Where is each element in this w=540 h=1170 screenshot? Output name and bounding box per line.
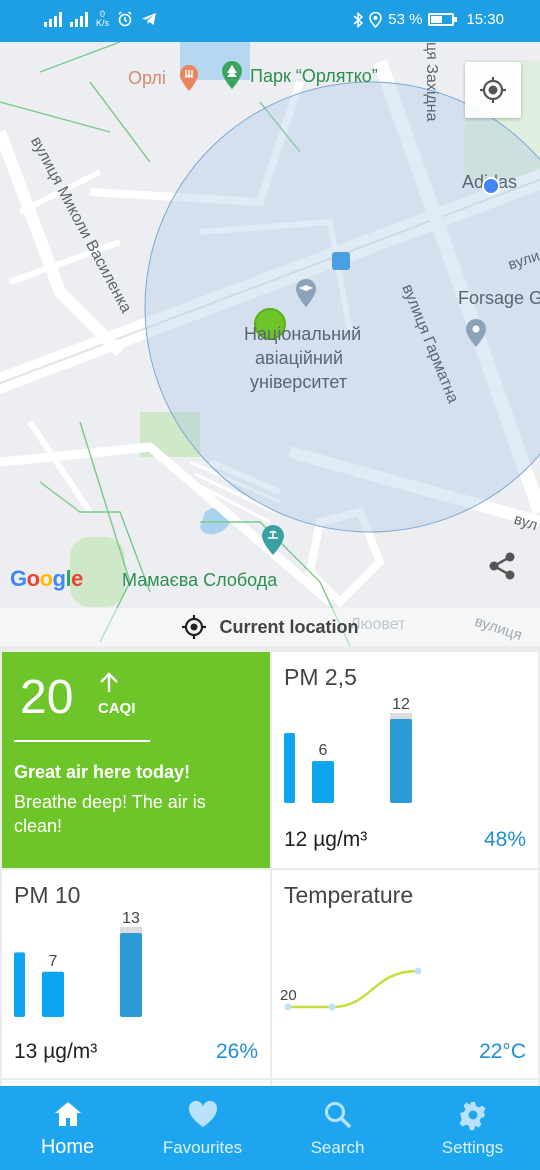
nav-favourites-label: Favourites [162,1138,243,1157]
battery-icon [428,13,458,26]
transit-icon[interactable] [332,252,350,270]
pm10-bar [120,933,142,1017]
share-icon [489,552,515,580]
pm10-bar-label: 7 [49,953,58,970]
caqi-divider [14,740,150,742]
pm25-bar-label: 6 [319,742,328,759]
pm25-bar-label: 12 [392,696,410,713]
map-label-park: Парк “Орлятко” [250,66,378,86]
alarm-icon [118,11,132,27]
pm10-value: 13 µg/m³ [14,1040,98,1063]
pm25-bar [312,761,334,803]
heart-icon [188,1100,217,1127]
temperature-point [328,1003,336,1011]
gear-icon [459,1102,485,1130]
my-location-button[interactable] [465,62,521,118]
temperature-point [414,967,422,975]
pm25-bar-cap [390,713,412,720]
place-pin-icon[interactable] [464,318,488,348]
telegram-icon [142,13,157,25]
map-label-mamaeva: Мамаєва Слобода [122,570,278,590]
nav-home-label: Home [40,1136,95,1158]
battery-percent: 53 % [388,11,423,28]
location-icon [369,11,383,28]
pm10-bar-cap [120,927,142,934]
signal-icon-2 [70,11,88,27]
temperature-start-label: 20 [280,987,297,1004]
nav-search[interactable]: Search [270,1086,405,1170]
nav-search-label: Search [310,1138,365,1157]
adidas-pin-icon[interactable] [482,177,500,195]
pm10-percent: 26% [215,1040,258,1063]
caqi-message-title: Great air here today! [14,762,191,782]
current-location-label: Current location [219,616,359,637]
pm10-bar-label: 13 [122,910,140,927]
google-logo: Google [10,566,83,591]
pm10-card[interactable]: PM 10 7 13 13 µg/m³ 26% [2,870,270,1078]
share-button[interactable] [486,550,522,586]
home-icon [54,1102,81,1126]
pm25-value: 12 µg/m³ [284,828,368,851]
map-label-zakhidna: ця Західна [423,42,440,122]
map-label-uni-1: Національний [244,324,362,344]
map-label-uni-3: університет [250,372,348,392]
network-speed: 0 K/s [96,9,110,28]
bluetooth-icon [353,11,364,28]
temperature-value: 22°C [479,1040,526,1063]
pm10-bar [14,952,25,1017]
map-label-uni-2: авіаційний [255,348,343,368]
pm10-bar [42,971,64,1017]
status-bar: 0 K/s 53 % 15:30 [0,0,540,42]
fountain-pin-icon[interactable] [260,524,286,556]
clock: 15:30 [466,11,504,28]
pm25-bar [284,733,295,803]
nav-settings[interactable]: Settings [405,1086,540,1170]
temperature-point [284,1003,292,1011]
up-arrow-icon [100,672,118,692]
nav-favourites[interactable]: Favourites [135,1086,270,1170]
crosshair-icon [182,615,207,639]
nav-settings-label: Settings [441,1138,504,1157]
pm25-bar [390,719,412,803]
caqi-card[interactable]: 20 CAQI Great air here today! Breathe de… [2,652,270,868]
pm25-card[interactable]: PM 2,5 6 12 12 µg/m³ 48% [272,652,538,868]
restaurant-pin-icon[interactable] [178,64,200,92]
map-label-forsage: Forsage Golf [458,288,540,308]
bottom-nav: Home Favourites Search Settings [0,1086,540,1170]
caqi-label: CAQI [98,700,136,717]
my-location-icon [480,77,506,103]
map-view[interactable]: Орлі Парк “Орлятко” ця Західна Adidas ву… [0,42,540,646]
university-pin-icon[interactable] [294,278,318,308]
pm25-percent: 48% [483,828,526,851]
caqi-message-body: Breathe deep! The air is clean! [14,792,206,836]
map-label-orl: Орлі [128,68,166,88]
park-pin-icon[interactable] [220,60,244,90]
caqi-value: 20 [20,671,74,724]
current-location-bar[interactable]: Current location [0,608,540,646]
search-icon [324,1102,351,1129]
temperature-card[interactable]: Temperature 20 22°C [272,870,538,1078]
nav-home[interactable]: Home [0,1086,135,1170]
signal-icon [44,11,62,27]
temperature-line [288,969,419,1009]
